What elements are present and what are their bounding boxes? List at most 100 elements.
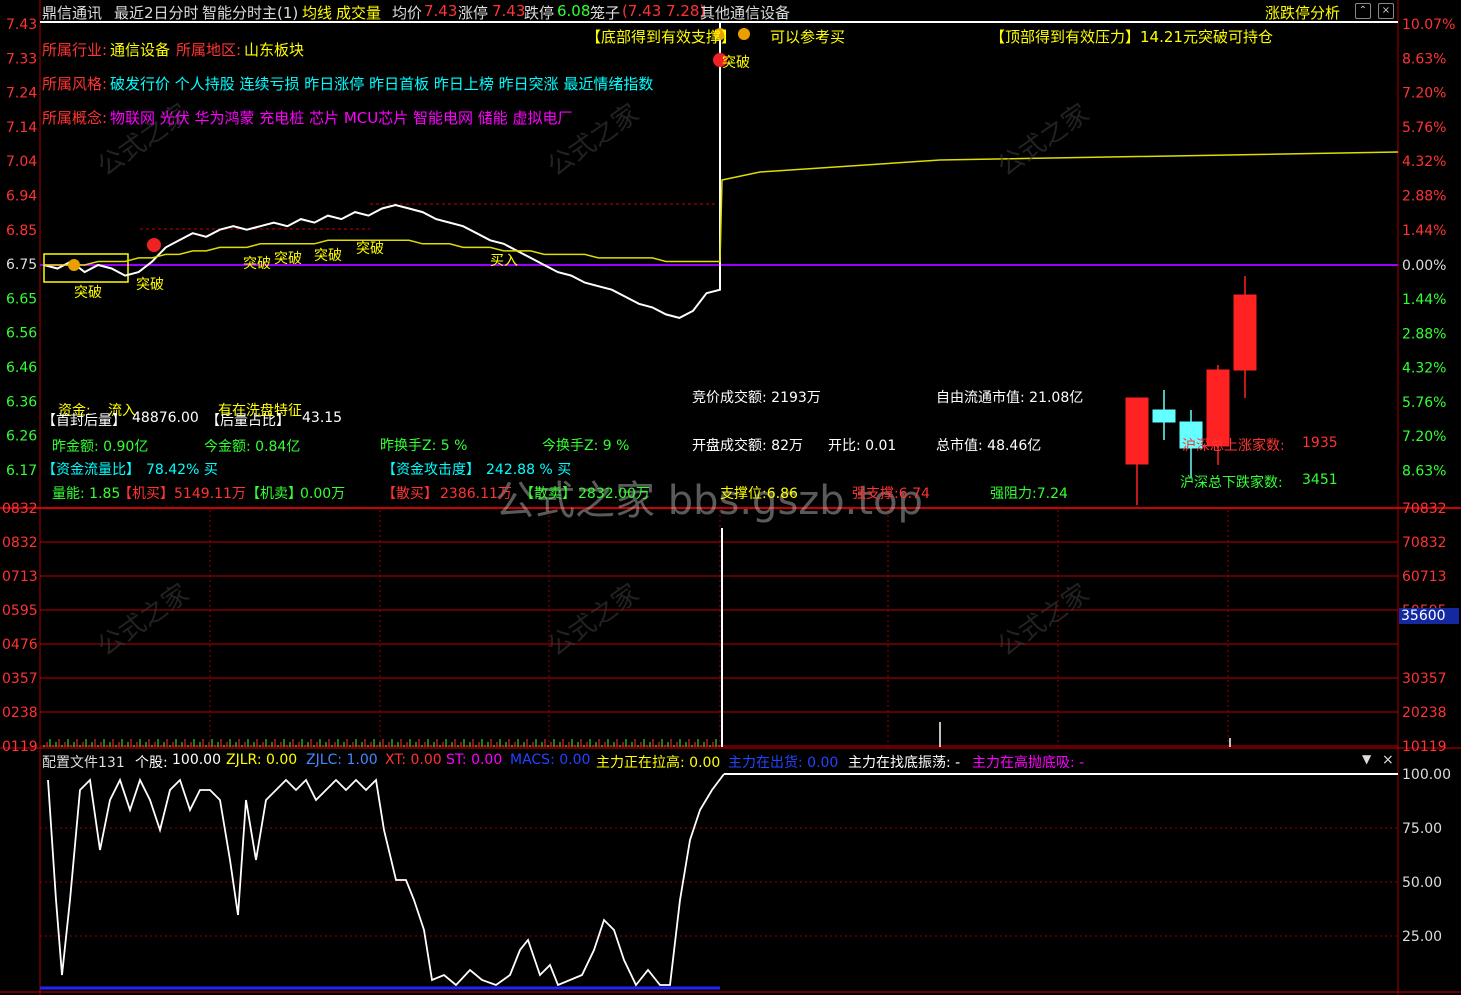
price-tick-label: 6.65 bbox=[6, 291, 37, 307]
volume-tick-label: 0119 bbox=[2, 739, 38, 755]
price-tick-label: 6.85 bbox=[6, 223, 37, 239]
industry-label: 所属行业: bbox=[42, 41, 108, 59]
today-turnover: 今换手Z: 9 % bbox=[542, 438, 630, 454]
inst-buy-label: 【机买】 bbox=[118, 486, 174, 502]
zjlr-value: ZJLR: 0.00 bbox=[226, 752, 298, 768]
limit-up-label: 涨停 bbox=[458, 4, 489, 22]
cage-value: (7.43 7.28) bbox=[622, 2, 706, 20]
style-label: 所属风格: bbox=[42, 75, 108, 93]
breakout-label: 突破 bbox=[314, 248, 342, 264]
limit-down-label: 跌停 bbox=[524, 4, 555, 22]
indicator-name[interactable]: 智能分时主(1) bbox=[202, 2, 298, 23]
inst-sell-value: 0.00万 bbox=[300, 486, 346, 502]
high-absorb-value: 主力在高抛底吸: - bbox=[972, 755, 1085, 771]
zjlc-value: ZJLC: 1.00 bbox=[306, 752, 378, 768]
price-tick-label: 7.43 bbox=[6, 17, 37, 33]
volume-tick-label: 0357 bbox=[2, 671, 38, 687]
retail-sell-value: 2832.00万 bbox=[578, 486, 650, 502]
strong-support: 强支撑:6.74 bbox=[852, 486, 930, 502]
close-icon[interactable]: × bbox=[1382, 752, 1394, 768]
today-amount: 今金额: 0.84亿 bbox=[204, 439, 301, 455]
avg-value: 7.43 bbox=[424, 2, 458, 20]
volume-tick-label: 0238 bbox=[2, 705, 38, 721]
volume-cursor-value: 35600 bbox=[1399, 608, 1459, 624]
flow-ratio-label: 【资金流量比】 bbox=[42, 462, 140, 478]
volume-tick-label: 0476 bbox=[2, 637, 38, 653]
macs-value: MACS: 0.00 bbox=[510, 752, 591, 768]
signal-dot bbox=[68, 259, 80, 271]
indicator-tick-label: 100.00 bbox=[1402, 767, 1451, 783]
up-icon[interactable]: ⌃ bbox=[1355, 3, 1371, 19]
volume-tick-label: 70832 bbox=[1402, 535, 1447, 551]
volume-tick-label: 0832 bbox=[2, 501, 38, 517]
first-seal-label: 【首封后量】 bbox=[42, 413, 126, 429]
style-value: 破发行价 个人持股 连续亏损 昨日涨停 昨日首板 昨日上榜 昨日突涨 最近情绪指… bbox=[110, 75, 654, 93]
close-icon[interactable]: × bbox=[1378, 3, 1394, 19]
price-tick-label: 6.46 bbox=[6, 360, 37, 376]
pulling-value: 主力正在拉高: 0.00 bbox=[596, 755, 721, 771]
price-tick-label: 6.36 bbox=[6, 394, 37, 410]
indicator-tick-label: 75.00 bbox=[1402, 821, 1442, 837]
pct-tick-label: 2.88% bbox=[1402, 189, 1446, 205]
price-tick-label: 6.56 bbox=[6, 326, 37, 342]
stock-value: 100.00 bbox=[172, 752, 221, 768]
concept-label: 所属概念: bbox=[42, 109, 108, 127]
retail-buy-label: 【散买】 bbox=[382, 486, 438, 502]
indicator-tick-label: 50.00 bbox=[1402, 875, 1442, 891]
support-level: 支撑位:6.86 bbox=[720, 486, 798, 502]
pct-tick-label: 4.32% bbox=[1402, 154, 1446, 170]
config-file[interactable]: 配置文件131 bbox=[42, 752, 125, 772]
price-tick-label: 6.26 bbox=[6, 429, 37, 445]
breakout-label: 突破 bbox=[722, 55, 750, 71]
signal-dot bbox=[738, 28, 750, 40]
pct-tick-label: 2.88% bbox=[1402, 326, 1446, 342]
index-candle-body bbox=[1152, 409, 1176, 423]
top-pressure-signal: 【顶部得到有效压力】14.21元突破可持仓 bbox=[990, 28, 1273, 46]
prev-turnover: 昨换手Z: 5 % bbox=[380, 438, 468, 454]
mode-label[interactable]: 最近2日分时 bbox=[114, 2, 199, 23]
avg-label: 均价 bbox=[392, 4, 423, 22]
price-tick-label: 7.24 bbox=[6, 86, 37, 102]
pct-tick-label: 1.44% bbox=[1402, 292, 1446, 308]
ref-buy-signal: 可以参考买 bbox=[770, 28, 846, 46]
limit-up-value: 7.43 bbox=[492, 2, 526, 20]
ma-label[interactable]: 均线 bbox=[302, 2, 332, 23]
open-ratio: 开比: 0.01 bbox=[828, 438, 897, 454]
price-tick-label: 7.33 bbox=[6, 51, 37, 67]
volume-tick-label: 0713 bbox=[2, 569, 38, 585]
inst-sell-label: 【机卖】 bbox=[246, 486, 302, 502]
price-tick-label: 6.75 bbox=[6, 257, 37, 273]
sector-label[interactable]: 其他通信设备 bbox=[700, 2, 790, 23]
price-tick-label: 7.04 bbox=[6, 154, 37, 170]
volume-label[interactable]: 成交量 bbox=[336, 2, 381, 23]
up-count-label: 沪深总上涨家数: bbox=[1182, 438, 1285, 454]
volume-tick-label: 10119 bbox=[1402, 739, 1447, 755]
price-tick-label: 6.17 bbox=[6, 463, 37, 479]
volume-ratio: 量能: 1.85 bbox=[52, 486, 121, 502]
price-tick-label: 7.14 bbox=[6, 120, 37, 136]
inst-buy-value: 5149.11万 bbox=[174, 486, 246, 502]
volume-tick-label: 30357 bbox=[1402, 671, 1447, 687]
retail-sell-label: 【散卖】 bbox=[520, 486, 576, 502]
stock-name[interactable]: 鼎信通讯 bbox=[42, 2, 102, 23]
dropdown-icon[interactable]: ▼ bbox=[1362, 752, 1371, 766]
region-label: 所属地区: bbox=[176, 41, 242, 59]
buy-label: 买入 bbox=[490, 253, 518, 269]
up-count: 1935 bbox=[1302, 435, 1338, 451]
index-candle-body bbox=[1233, 294, 1257, 371]
limit-analysis-link[interactable]: 涨跌停分析 bbox=[1265, 2, 1340, 23]
volume-tick-label: 0595 bbox=[2, 603, 38, 619]
down-count: 3451 bbox=[1302, 472, 1338, 488]
limit-down-value: 6.08 bbox=[557, 2, 591, 20]
after-ratio-value: 43.15 bbox=[302, 410, 343, 426]
retail-buy-value: 2386.11万 bbox=[440, 486, 512, 502]
auction-amount: 竞价成交额: 2193万 bbox=[692, 390, 821, 406]
attack-label: 【资金攻击度】 bbox=[382, 462, 480, 478]
pct-tick-label: 4.32% bbox=[1402, 361, 1446, 377]
flow-ratio-value: 78.42% 买 bbox=[146, 462, 218, 478]
xt-value: XT: 0.00 bbox=[385, 752, 442, 768]
pct-tick-label: 5.76% bbox=[1402, 395, 1446, 411]
stock-label: 个股: bbox=[135, 755, 168, 771]
after-ratio-label: 【后量占比】 bbox=[206, 413, 290, 429]
pct-tick-label: 1.44% bbox=[1402, 223, 1446, 239]
